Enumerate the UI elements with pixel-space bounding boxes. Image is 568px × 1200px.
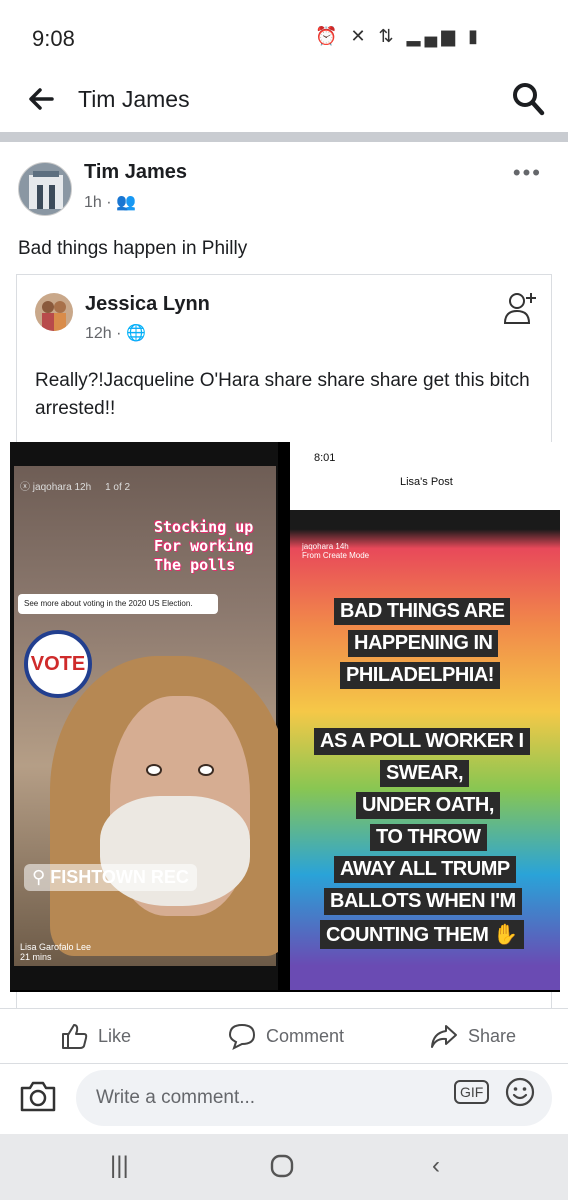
post: Tim James 1h · 👥 ••• Bad things happen i…	[0, 142, 568, 1114]
home-icon[interactable]	[270, 1154, 294, 1178]
page-title: Tim James	[78, 86, 190, 112]
share-button[interactable]: Share	[430, 1021, 516, 1051]
profile-header: Tim James	[0, 72, 568, 130]
gif-icon[interactable]: GIF	[454, 1080, 490, 1104]
back-arrow-icon[interactable]	[24, 82, 58, 116]
shared-post-meta: 12h · 🌐	[85, 325, 146, 342]
shared-media[interactable]: ⓧ jaqohara 12h 1 of 2 Stocking up For wo…	[10, 442, 560, 992]
post-actions: Like Comment Share	[0, 1008, 568, 1064]
author-avatar[interactable]	[18, 162, 72, 216]
post-meta: 1h · 👥	[84, 194, 136, 211]
phone-time: 8:01	[314, 452, 336, 464]
caption-line: UNDER OATH,	[356, 792, 500, 819]
caption-line: PHILADELPHIA!	[340, 662, 500, 689]
voting-info-prompt[interactable]: See more about voting in the 2020 US Ele…	[18, 594, 218, 614]
eye	[146, 764, 162, 776]
close-icon[interactable]: ⓧ	[20, 482, 30, 493]
camera-icon[interactable]	[18, 1078, 58, 1114]
post-text: Bad things happen in Philly	[18, 238, 248, 259]
comment-button[interactable]: Comment	[228, 1021, 344, 1051]
shared-author-avatar[interactable]	[35, 293, 73, 331]
system-nav-bar: ||| ‹	[0, 1134, 568, 1200]
caption-line: BALLOTS WHEN I'M	[324, 888, 522, 915]
location-sticker: ⚲ FISHTOWN REC	[24, 864, 197, 891]
caption-line: AS A POLL WORKER I	[314, 728, 530, 755]
comment-icon	[228, 1023, 256, 1050]
status-time: 9:08	[32, 26, 75, 51]
post-time[interactable]: 1h	[84, 194, 102, 211]
caption-line: COUNTING THEM ✋	[320, 920, 524, 949]
caption-line: SWEAR,	[380, 760, 469, 787]
story-screenshot-left[interactable]: ⓧ jaqohara 12h 1 of 2 Stocking up For wo…	[10, 442, 278, 990]
friends-icon: 👥	[116, 194, 136, 211]
search-icon[interactable]	[510, 80, 546, 118]
caption-line: TO THROW	[370, 824, 487, 851]
location-pin-icon: ⚲	[32, 867, 46, 887]
section-divider	[0, 132, 568, 142]
status-bar: 9:08 ⏰ ✕ ⇅ ▂▄▆ ▮	[0, 0, 568, 72]
more-icon[interactable]: •••	[513, 160, 542, 186]
globe-icon: 🌐	[125, 325, 146, 342]
story-footer	[16, 974, 272, 990]
story-header-right: jaqohara 14h From Create Mode	[302, 542, 370, 560]
status-icons: ⏰ ✕ ⇅ ▂▄▆ ▮	[315, 26, 482, 46]
add-friend-icon[interactable]	[503, 289, 537, 325]
story-screenshot-right[interactable]: 8:01 Lisa's Post jaqohara 14h From Creat…	[290, 442, 560, 990]
rainbow-background: jaqohara 14h From Create Mode BAD THINGS…	[290, 510, 560, 990]
back-nav-icon[interactable]: ‹	[432, 1152, 440, 1180]
emoji-icon[interactable]	[504, 1076, 536, 1108]
caption-line: AWAY ALL TRUMP	[334, 856, 516, 883]
shared-author-name[interactable]: Jessica Lynn	[85, 293, 210, 316]
story-text-sticker: Stocking up For working The polls	[154, 518, 254, 574]
comment-composer: Write a comment... GIF	[0, 1064, 568, 1134]
caption-line: BAD THINGS ARE	[334, 598, 511, 625]
eye	[198, 764, 214, 776]
like-button[interactable]: Like	[60, 1021, 131, 1051]
phone-title: Lisa's Post	[400, 476, 453, 488]
like-icon	[62, 1024, 88, 1049]
author-name[interactable]: Tim James	[84, 161, 187, 184]
shared-post-text: Really?!Jacqueline O'Hara share share sh…	[35, 370, 530, 419]
story-header: ⓧ jaqohara 12h 1 of 2	[20, 482, 131, 493]
share-icon	[431, 1025, 457, 1048]
story-poster: Lisa Garofalo Lee 21 mins	[20, 942, 92, 962]
recents-icon[interactable]: |||	[110, 1152, 129, 1180]
vote-sticker: VOTE	[24, 630, 92, 698]
shared-post-time[interactable]: 12h	[85, 325, 112, 342]
caption-line: HAPPENING IN	[348, 630, 499, 657]
